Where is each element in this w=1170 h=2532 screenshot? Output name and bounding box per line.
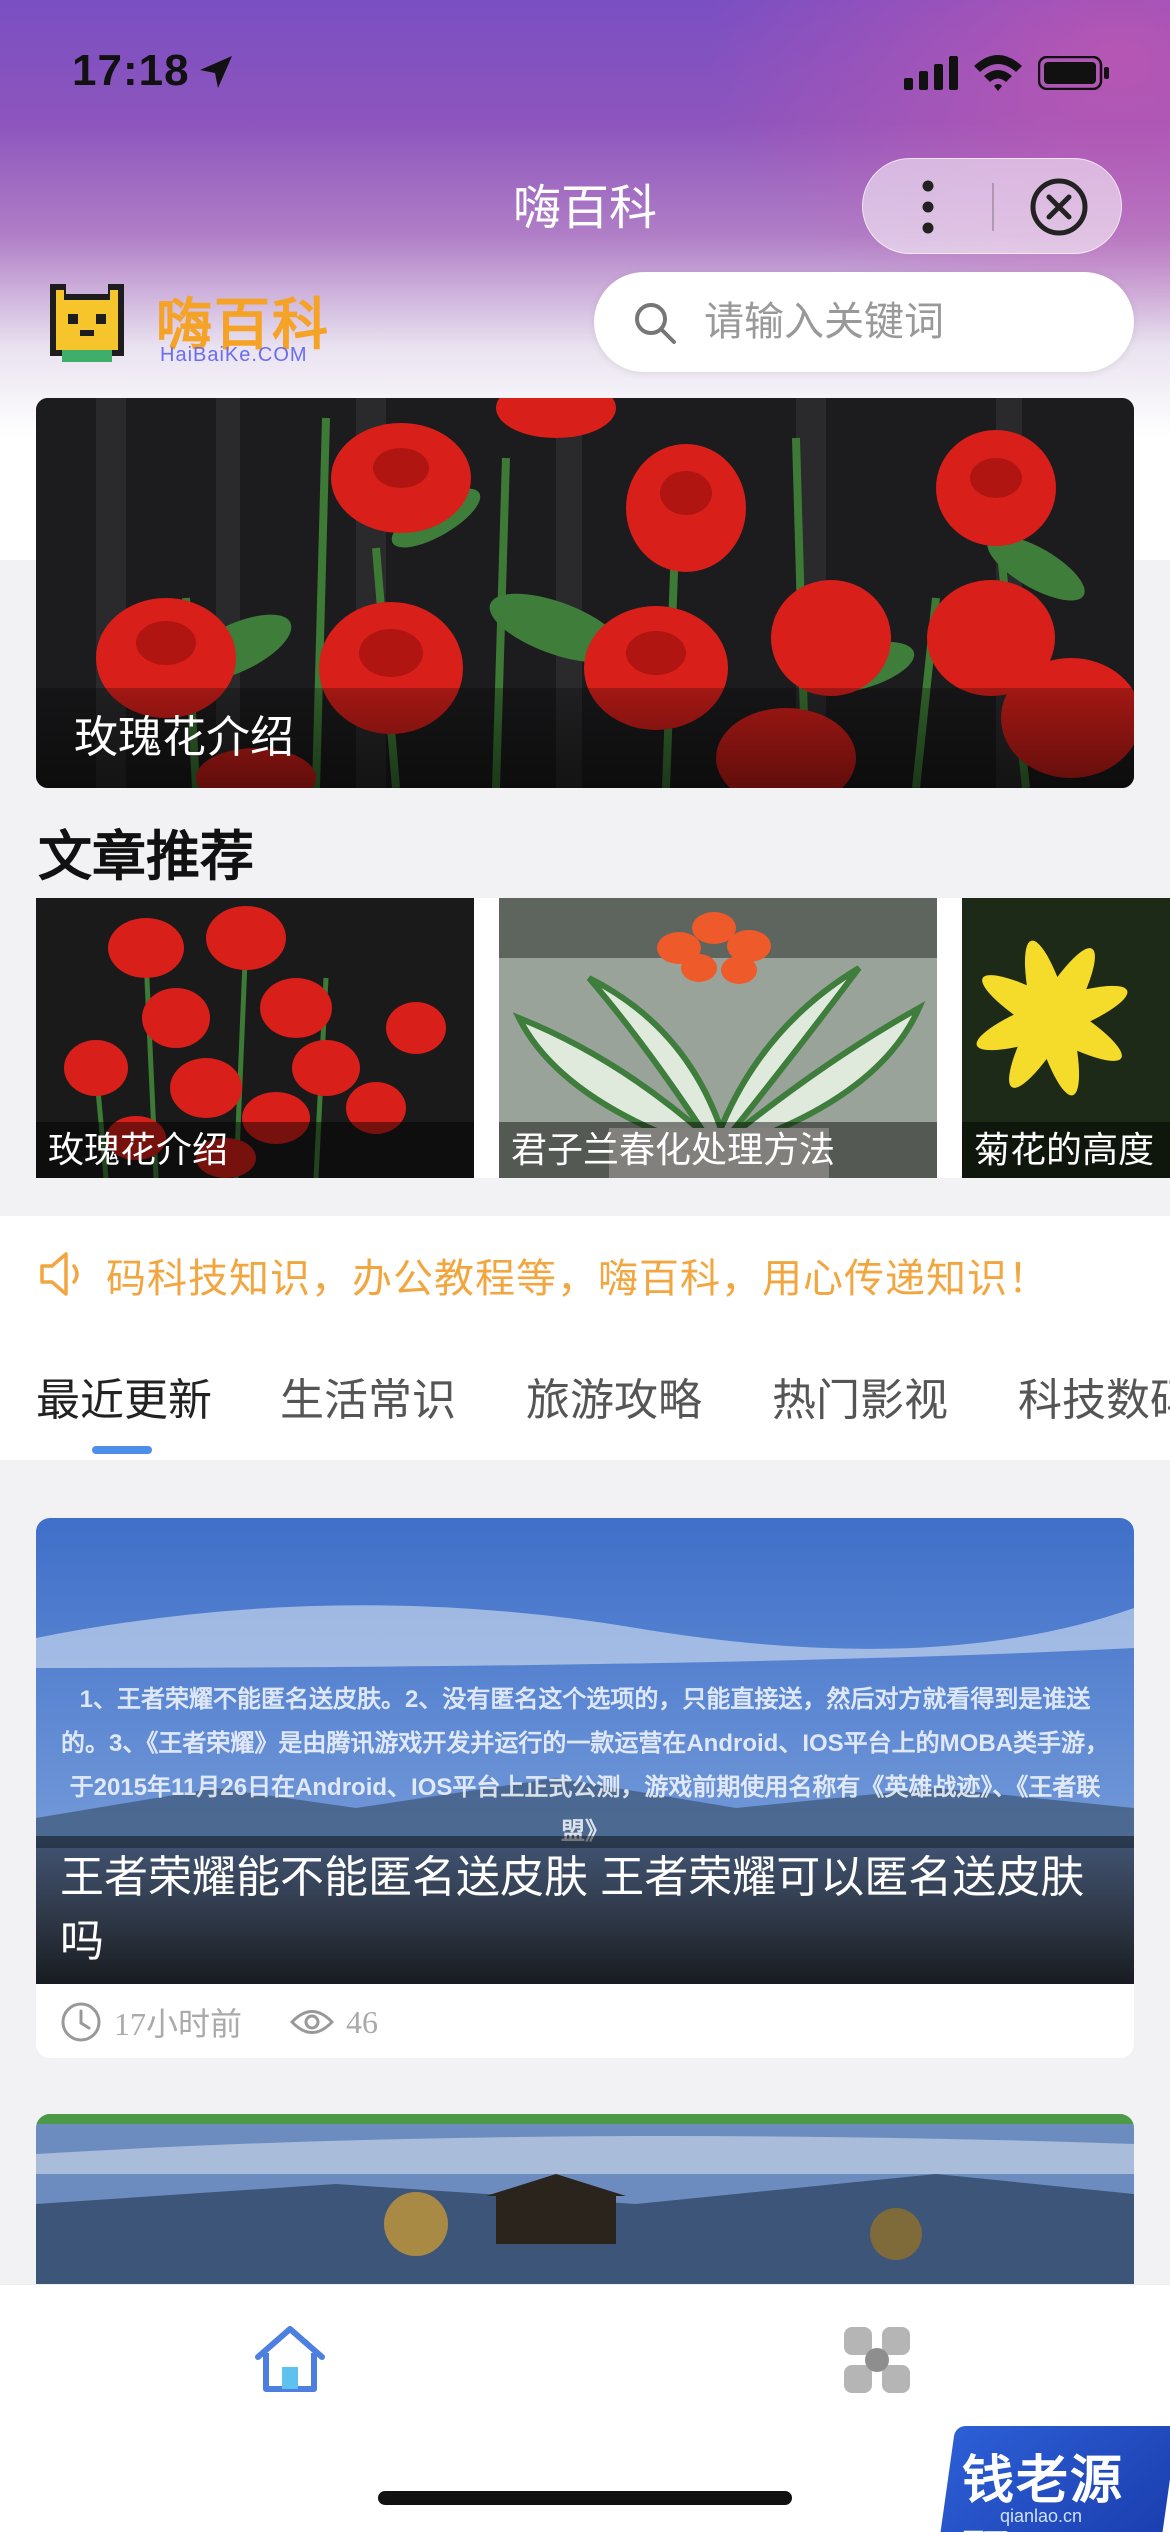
search-icon	[635, 303, 676, 344]
home-icon[interactable]	[252, 2321, 328, 2397]
tab-active-indicator	[92, 1446, 152, 1454]
close-circle-icon	[1030, 178, 1087, 236]
more-button[interactable]	[863, 159, 992, 255]
notice-bar[interactable]: 码科技知识，办公教程等，嗨百科，用心传递知识！	[0, 1216, 1170, 1332]
recommend-carousel[interactable]: 玫瑰花介绍 君子兰春化处理方法 菊花的高度	[36, 898, 1170, 1178]
location-arrow-icon	[200, 56, 232, 88]
tab-tech[interactable]: 科技数码	[1018, 1364, 1170, 1428]
pixel-cat-logo-icon	[50, 284, 124, 362]
article-image: 1、王者荣耀不能匿名送皮肤。2、没有匿名这个选项的，只能直接送，然后对方就看得到…	[36, 1518, 1134, 1984]
wifi-icon	[974, 55, 1022, 91]
apps-grid-icon[interactable]	[842, 2325, 912, 2395]
search-box[interactable]	[594, 272, 1134, 372]
hero-banner[interactable]: 玫瑰花介绍	[36, 398, 1134, 788]
article-card[interactable]: 1、王者荣耀不能匿名送皮肤。2、没有匿名这个选项的，只能直接送，然后对方就看得到…	[36, 1518, 1134, 2058]
recommend-card[interactable]: 菊花的高度	[962, 898, 1170, 1178]
close-button[interactable]	[994, 159, 1123, 255]
notice-text: 码科技知识，办公教程等，嗨百科，用心传递知识！	[106, 1257, 1049, 1301]
article-views: 46	[346, 2003, 379, 2040]
home-indicator	[378, 2491, 792, 2505]
search-input[interactable]	[704, 272, 1104, 372]
article-meta: 17小时前 46	[60, 1996, 378, 2048]
hero-caption: 玫瑰花介绍	[36, 688, 1134, 788]
article-image-text: 1、王者荣耀不能匿名送皮肤。2、没有匿名这个选项的，只能直接送，然后对方就看得到…	[61, 1686, 1109, 1845]
article-time: 17小时前	[114, 2006, 243, 2042]
miniprogram-capsule	[862, 158, 1122, 254]
more-dots-icon	[922, 180, 933, 234]
speaker-icon	[40, 1252, 79, 1296]
recommend-card[interactable]: 君子兰春化处理方法	[499, 898, 937, 1178]
clock-icon	[61, 2002, 101, 2042]
status-bar: 17:18	[0, 0, 1170, 150]
site-logo[interactable]: 嗨百科 HaiBaiKe.COM	[44, 280, 334, 370]
recommend-card-label: 菊花的高度	[962, 1122, 1170, 1178]
article-title: 王者荣耀能不能匿名送皮肤 王者荣耀可以匿名送皮肤吗	[36, 1836, 1134, 1984]
status-time: 17:18	[72, 46, 190, 95]
tab-recent[interactable]: 最近更新	[36, 1364, 212, 1428]
battery-icon	[1038, 56, 1109, 90]
recommend-card[interactable]: 玫瑰花介绍	[36, 898, 474, 1178]
recommend-card-label: 君子兰春化处理方法	[499, 1122, 937, 1178]
eye-icon	[290, 2010, 335, 2034]
section-title-recommend: 文章推荐	[38, 827, 254, 887]
cellular-signal-icon	[904, 56, 958, 90]
watermark-subtext: qianlao.cn	[1000, 2506, 1083, 2526]
tab-movies[interactable]: 热门影视	[772, 1364, 948, 1428]
category-tabs: 最近更新 生活常识 旅游攻略 热门影视 科技数码	[0, 1332, 1170, 1460]
tab-life-tips[interactable]: 生活常识	[280, 1364, 456, 1428]
recommend-card-label: 玫瑰花介绍	[36, 1122, 474, 1178]
logo-subtext: HaiBaiKe.COM	[160, 344, 308, 366]
tab-travel[interactable]: 旅游攻略	[526, 1364, 702, 1428]
